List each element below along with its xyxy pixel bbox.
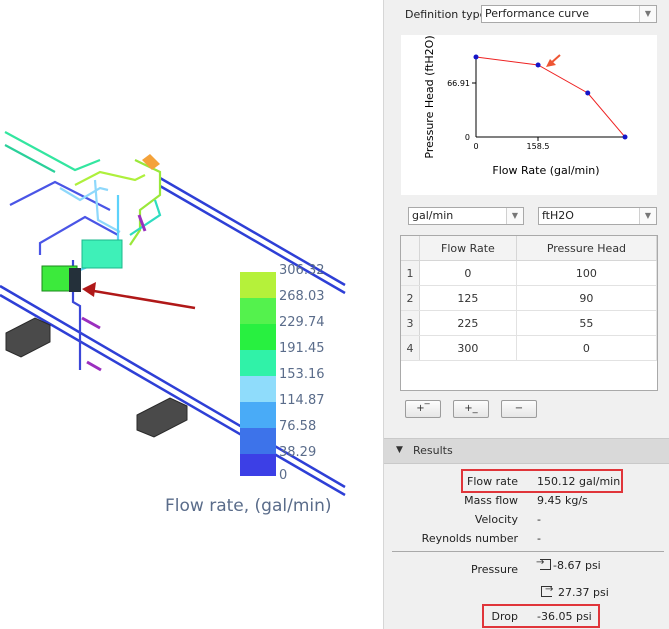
drop-value: -36.05 psi xyxy=(537,610,592,623)
callout-arrow xyxy=(87,288,196,310)
legend-bin xyxy=(240,454,276,476)
curve-data-point[interactable] xyxy=(622,134,628,140)
definition-type-value: Performance curve xyxy=(485,7,590,20)
add-row-above-button[interactable]: +‾ xyxy=(405,400,441,418)
collapse-triangle-icon[interactable]: ▼ xyxy=(396,445,403,455)
cell-pressure-head[interactable]: 55 xyxy=(516,310,658,336)
definition-type-dropdown[interactable]: Performance curve ▼ xyxy=(481,5,657,23)
row-index: 3 xyxy=(401,310,420,336)
pressure-outlet-value: 27.37 psi xyxy=(558,586,609,599)
velocity-label: Velocity xyxy=(474,513,518,526)
curve-data-point[interactable] xyxy=(585,90,591,96)
pressure-label: Pressure xyxy=(471,563,518,576)
velocity-value: - xyxy=(537,513,541,526)
legend-label: 191.45 xyxy=(279,341,325,356)
table-row[interactable]: 1 0 100 xyxy=(401,260,658,286)
definition-type-label: Definition type xyxy=(405,8,487,21)
performance-curve-chart: 66.91 0 0 158.5 Flow Rate (gal/min) Pres… xyxy=(401,35,657,195)
pressure-inlet-value: -8.67 psi xyxy=(553,559,601,572)
mass-flow-label: Mass flow xyxy=(464,494,518,507)
outlet-arrow-icon: → xyxy=(545,584,554,595)
table-row[interactable]: 4 300 0 xyxy=(401,335,658,361)
column-header-pressure-head[interactable]: Pressure Head xyxy=(516,236,658,261)
drop-label: Drop xyxy=(491,610,518,623)
table-header-row: Flow Rate Pressure Head xyxy=(401,236,658,261)
y-axis-label: Pressure Head (ftH2O) xyxy=(423,35,436,158)
reynolds-number-value: - xyxy=(537,532,541,545)
legend-label: 268.03 xyxy=(279,289,325,304)
curve-line xyxy=(475,56,626,138)
curve-data-point[interactable] xyxy=(473,54,479,60)
callout-arrowhead xyxy=(82,282,96,297)
flow-unit-dropdown[interactable]: gal/min ▼ xyxy=(408,207,524,225)
reynolds-number-label: Reynolds number xyxy=(421,532,518,545)
inlet-arrow-icon: → xyxy=(536,557,545,568)
cell-flow-rate[interactable]: 125 xyxy=(419,285,517,311)
support-block xyxy=(136,397,188,438)
pipe-network-render[interactable] xyxy=(0,0,383,629)
legend-label: 153.16 xyxy=(279,367,325,382)
support-block xyxy=(5,317,51,358)
legend-bin xyxy=(240,402,276,428)
table-row[interactable]: 3 225 55 xyxy=(401,310,658,336)
legend-label: 229.74 xyxy=(279,315,325,330)
chevron-down-icon[interactable]: ▼ xyxy=(506,208,523,224)
chart-svg: 66.91 0 0 158.5 Flow Rate (gal/min) Pres… xyxy=(423,35,628,177)
results-title: Results xyxy=(413,444,453,457)
legend-label: 76.58 xyxy=(279,419,317,434)
row-index: 4 xyxy=(401,335,420,361)
legend-label: 0 xyxy=(279,468,288,483)
head-unit-value: ftH2O xyxy=(542,209,574,222)
column-header-flow-rate[interactable]: Flow Rate xyxy=(419,236,517,261)
results-divider xyxy=(392,551,664,552)
y-tick-label: 0 xyxy=(465,133,470,142)
add-row-below-button[interactable]: +_ xyxy=(453,400,489,418)
pump-housing xyxy=(69,268,81,292)
3d-viewport[interactable]: 306.32 268.03 229.74 191.45 153.16 114.8… xyxy=(0,0,383,629)
row-index: 2 xyxy=(401,285,420,311)
table-row[interactable]: 2 125 90 xyxy=(401,285,658,311)
cell-pressure-head[interactable]: 100 xyxy=(516,260,658,286)
legend-bin xyxy=(240,350,276,376)
legend-bin xyxy=(240,298,276,324)
legend-label: 306.32 xyxy=(279,263,325,278)
boundary-marker xyxy=(142,154,160,170)
chevron-down-icon[interactable]: ▼ xyxy=(639,6,656,22)
selection-marker-icon xyxy=(546,54,561,67)
row-index-header xyxy=(401,236,420,261)
remove-row-button[interactable]: − xyxy=(501,400,537,418)
x-tick-label: 158.5 xyxy=(527,142,550,151)
x-axis-label: Flow Rate (gal/min) xyxy=(492,164,599,177)
legend-bin xyxy=(240,376,276,402)
flow-rate-value: 150.12 gal/min xyxy=(537,475,621,488)
x-tick-label: 0 xyxy=(473,142,478,151)
legend-label: 114.87 xyxy=(279,393,325,408)
cell-pressure-head[interactable]: 0 xyxy=(516,335,658,361)
cell-flow-rate[interactable]: 300 xyxy=(419,335,517,361)
cell-flow-rate[interactable]: 0 xyxy=(419,260,517,286)
legend-title: Flow rate, (gal/min) xyxy=(165,496,332,516)
legend-bin xyxy=(240,428,276,454)
results-section-header[interactable]: ▼ Results xyxy=(384,438,669,464)
legend-bin xyxy=(240,272,276,298)
equipment-block[interactable] xyxy=(81,239,123,269)
row-index: 1 xyxy=(401,260,420,286)
head-unit-dropdown[interactable]: ftH2O ▼ xyxy=(538,207,657,225)
chevron-down-icon[interactable]: ▼ xyxy=(639,208,656,224)
legend-label: 38.29 xyxy=(279,445,317,460)
y-tick-label: 66.91 xyxy=(447,79,470,88)
flow-unit-value: gal/min xyxy=(412,209,454,222)
flow-rate-label: Flow rate xyxy=(467,475,518,488)
cell-flow-rate[interactable]: 225 xyxy=(419,310,517,336)
curve-points-table[interactable]: Flow Rate Pressure Head 1 0 100 2 125 90… xyxy=(400,235,658,391)
legend-bin xyxy=(240,324,276,350)
mass-flow-value: 9.45 kg/s xyxy=(537,494,588,507)
curve-data-point[interactable] xyxy=(535,62,541,68)
cell-pressure-head[interactable]: 90 xyxy=(516,285,658,311)
